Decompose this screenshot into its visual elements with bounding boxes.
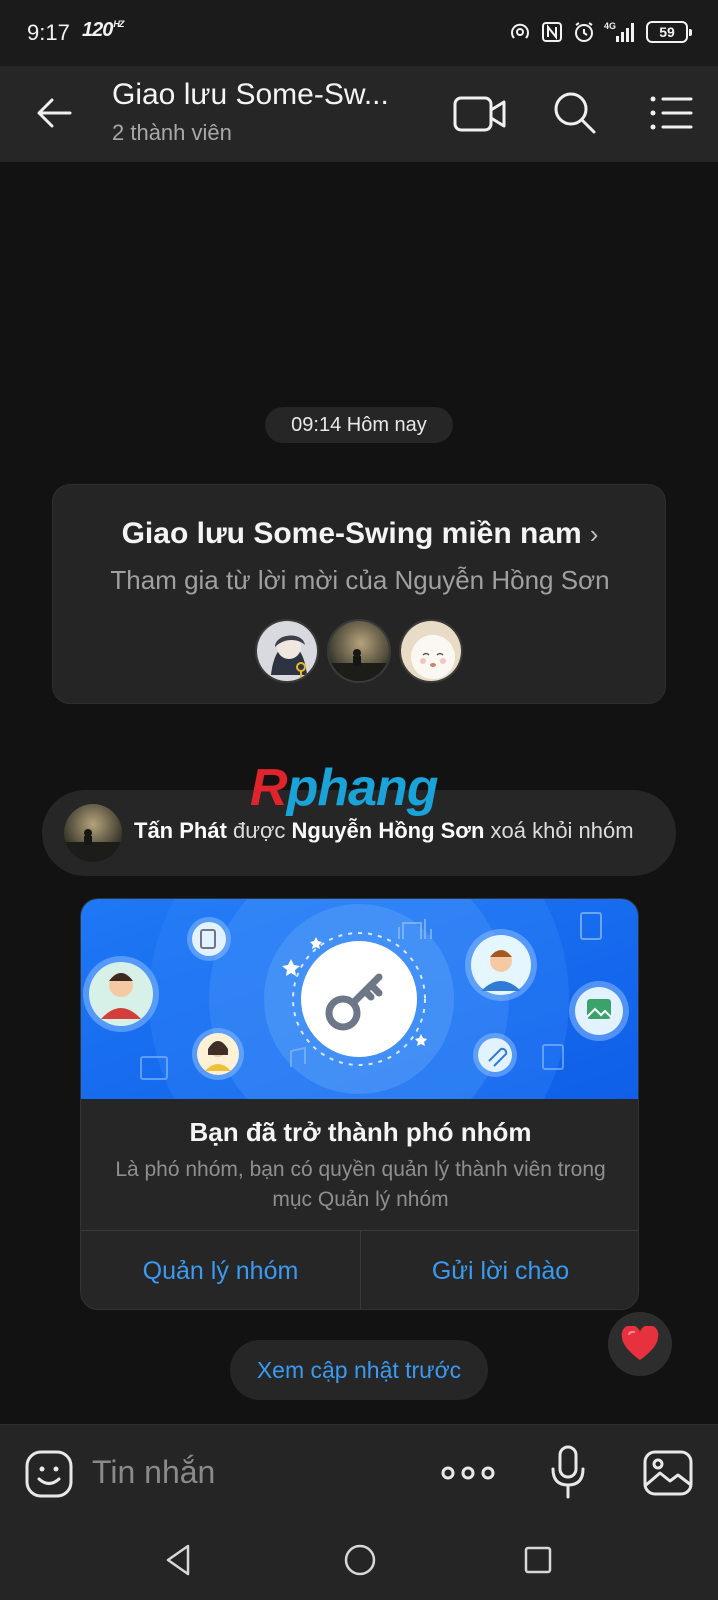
avatar — [64, 804, 122, 862]
chat-area[interactable]: 09:14 Hôm nay Giao lưu Some-Swing miền n… — [0, 162, 718, 1424]
system-nav-bar — [0, 1520, 718, 1600]
group-name[interactable]: Giao lưu Some-Swing miền nam › — [53, 517, 667, 551]
image-icon[interactable] — [642, 1449, 694, 1497]
more-icon[interactable] — [440, 1459, 496, 1487]
status-icons: 4G 59 — [508, 18, 692, 46]
battery-indicator: 59 — [646, 21, 692, 43]
nav-back-icon[interactable] — [160, 1540, 200, 1580]
mic-icon[interactable] — [548, 1443, 588, 1501]
nav-recent-icon[interactable] — [518, 1540, 558, 1580]
send-greeting-button[interactable]: Gửi lời chào — [360, 1231, 638, 1309]
back-icon[interactable] — [30, 88, 80, 138]
hotspot-icon — [511, 23, 529, 39]
refresh-rate: 120HZ — [82, 19, 124, 41]
notice-text: Tấn Phát được Nguyễn Hồng Sơn xoá khỏi n… — [134, 818, 634, 843]
video-call-icon[interactable] — [452, 90, 508, 138]
member-avatars — [255, 619, 463, 683]
menu-icon[interactable] — [648, 90, 694, 136]
view-previous-updates-button[interactable]: Xem cập nhật trước — [230, 1340, 488, 1400]
svg-text:4G: 4G — [604, 21, 616, 31]
signal-icon: 4G — [604, 21, 634, 42]
status-bar: 9:17 120HZ 4G 59 — [0, 0, 718, 66]
time-divider: 09:14 Hôm nay — [265, 407, 453, 443]
promo-actions: Quản lý nhóm Gửi lời chào — [81, 1230, 638, 1309]
heart-icon — [621, 1326, 659, 1360]
message-input[interactable] — [92, 1447, 412, 1497]
avatar — [255, 619, 319, 683]
member-count: 2 thành viên — [112, 120, 232, 145]
search-icon[interactable] — [550, 88, 598, 136]
promo-description: Là phó nhóm, bạn có quyền quản lý thành … — [115, 1158, 606, 1211]
invite-text: Tham gia từ lời mời của Nguyễn Hồng Sơn — [110, 565, 610, 595]
watermark-logo: Rphang — [250, 759, 439, 817]
promo-illustration — [81, 899, 638, 1099]
alarm-icon — [575, 22, 593, 42]
chat-title[interactable]: Giao lưu Some-Sw... — [112, 78, 412, 112]
deputy-promotion-card: Bạn đã trở thành phó nhóm Là phó nhóm, b… — [80, 898, 639, 1310]
heart-reaction-button[interactable] — [608, 1312, 672, 1376]
manage-group-button[interactable]: Quản lý nhóm — [81, 1231, 360, 1309]
nav-home-icon[interactable] — [340, 1540, 380, 1580]
promo-title: Bạn đã trở thành phó nhóm — [189, 1117, 532, 1147]
chevron-right-icon: › — [589, 519, 599, 549]
group-info-card[interactable]: Giao lưu Some-Swing miền nam › Tham gia t… — [52, 484, 666, 704]
emoji-icon[interactable] — [24, 1449, 74, 1499]
avatar — [399, 619, 463, 683]
message-composer — [0, 1424, 718, 1520]
nfc-icon — [542, 22, 562, 42]
chat-header: Giao lưu Some-Sw... 2 thành viên — [0, 66, 718, 162]
status-time: 9:17 — [27, 20, 70, 45]
avatar — [327, 619, 391, 683]
